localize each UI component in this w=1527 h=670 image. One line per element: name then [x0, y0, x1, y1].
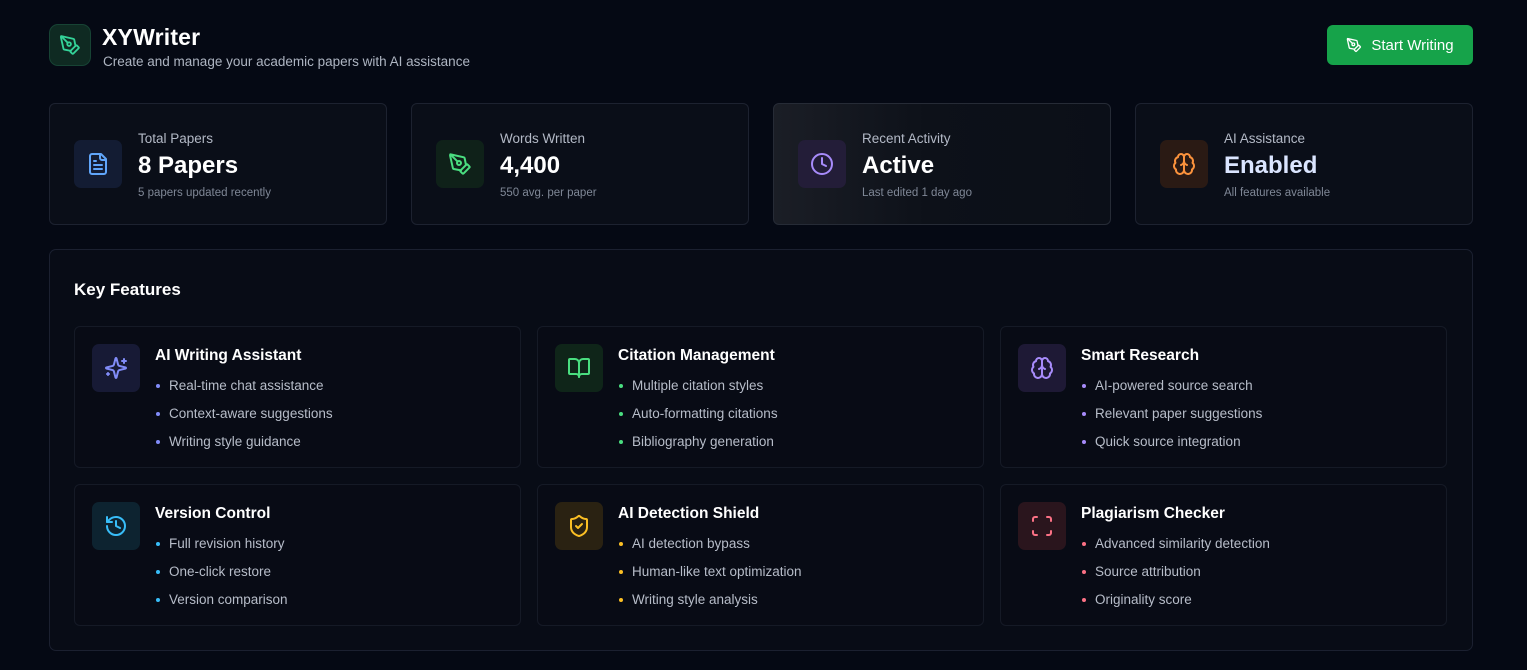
- feature-list: AI detection bypass Human-like text opti…: [618, 534, 802, 618]
- app-subtitle: Create and manage your academic papers w…: [103, 54, 470, 69]
- header: XYWriter Create and manage your academic…: [49, 22, 1473, 69]
- stat-icon-box: [798, 140, 846, 188]
- key-features-title: Key Features: [74, 280, 181, 299]
- stat-icon-box: [74, 140, 122, 188]
- feature-icon-box: [1018, 344, 1066, 392]
- feature-card-version-control: Version Control Full revision history On…: [74, 484, 521, 626]
- app-logo: [49, 24, 91, 66]
- feature-list-item: Context-aware suggestions: [155, 404, 333, 432]
- stat-label: AI Assistance: [1224, 131, 1306, 146]
- feature-list-item: Real-time chat assistance: [155, 376, 333, 404]
- stat-label: Recent Activity: [862, 131, 951, 146]
- feature-list-item: Writing style analysis: [618, 590, 802, 618]
- feature-list-item: Auto-formatting citations: [618, 404, 778, 432]
- feature-title: Version Control: [155, 505, 271, 522]
- pen-tool-icon: [449, 153, 471, 175]
- brain-icon: [1173, 153, 1195, 175]
- feature-list-item: Originality score: [1081, 590, 1270, 618]
- stat-value: 8 Papers: [138, 152, 239, 179]
- stats-row: Total Papers 8 Papers 5 papers updated r…: [49, 103, 1473, 225]
- feature-list: Advanced similarity detection Source att…: [1081, 534, 1270, 618]
- history-icon: [106, 516, 126, 536]
- feature-list-item: One-click restore: [155, 562, 288, 590]
- feature-icon-box: [1018, 502, 1066, 550]
- feature-title: Smart Research: [1081, 347, 1200, 364]
- feature-list-item: AI-powered source search: [1081, 376, 1262, 404]
- stat-icon-box: [1160, 140, 1208, 188]
- stat-icon-box: [436, 140, 484, 188]
- stat-card-recent-activity: Recent Activity Active Last edited 1 day…: [773, 103, 1111, 225]
- stat-card-ai-assistance: AI Assistance Enabled All features avail…: [1135, 103, 1473, 225]
- feature-card-ai-detection-shield: AI Detection Shield AI detection bypass …: [537, 484, 984, 626]
- stat-subtext: Last edited 1 day ago: [862, 187, 972, 199]
- sparkles-icon: [105, 357, 127, 379]
- document-icon: [89, 153, 107, 175]
- feature-list-item: AI detection bypass: [618, 534, 802, 562]
- feature-list-item: Version comparison: [155, 590, 288, 618]
- stat-label: Total Papers: [138, 131, 214, 146]
- feature-card-citation-management: Citation Management Multiple citation st…: [537, 326, 984, 468]
- book-open-icon: [568, 358, 590, 378]
- feature-list-item: Bibliography generation: [618, 432, 778, 460]
- scan-icon: [1032, 516, 1052, 536]
- feature-list-item: Writing style guidance: [155, 432, 333, 460]
- feature-list-item: Full revision history: [155, 534, 288, 562]
- feature-title: Citation Management: [618, 347, 775, 364]
- pen-tool-icon: [1347, 37, 1362, 53]
- feature-icon-box: [555, 502, 603, 550]
- feature-title: Plagiarism Checker: [1081, 505, 1225, 522]
- start-writing-button[interactable]: Start Writing: [1327, 25, 1473, 65]
- clock-icon: [811, 153, 833, 175]
- feature-card-plagiarism-checker: Plagiarism Checker Advanced similarity d…: [1000, 484, 1447, 626]
- brain-icon: [1031, 357, 1053, 379]
- shield-check-icon: [570, 515, 588, 538]
- stat-subtext: All features available: [1224, 187, 1331, 199]
- feature-list-item: Quick source integration: [1081, 432, 1262, 460]
- app-title: XYWriter: [102, 24, 201, 50]
- feature-icon-box: [92, 344, 140, 392]
- feature-icon-box: [555, 344, 603, 392]
- app-root: XYWriter Create and manage your academic…: [0, 0, 1527, 670]
- feature-list-item: Source attribution: [1081, 562, 1270, 590]
- key-features-panel: Key Features AI Writing Assistant Real-t…: [49, 249, 1473, 651]
- feature-title: AI Writing Assistant: [155, 347, 302, 364]
- stat-subtext: 550 avg. per paper: [500, 187, 597, 199]
- feature-card-ai-writing-assistant: AI Writing Assistant Real-time chat assi…: [74, 326, 521, 468]
- stat-value: Enabled: [1224, 152, 1318, 179]
- feature-card-smart-research: Smart Research AI-powered source search …: [1000, 326, 1447, 468]
- feature-icon-box: [92, 502, 140, 550]
- feature-list: AI-powered source search Relevant paper …: [1081, 376, 1262, 460]
- stat-card-words-written: Words Written 4,400 550 avg. per paper: [411, 103, 749, 225]
- start-writing-label: Start Writing: [1371, 36, 1454, 54]
- feature-list-item: Advanced similarity detection: [1081, 534, 1270, 562]
- stat-value: Active: [862, 152, 935, 179]
- stat-subtext: 5 papers updated recently: [138, 187, 271, 199]
- stat-label: Words Written: [500, 131, 586, 146]
- feature-list: Full revision history One-click restore …: [155, 534, 288, 618]
- feature-list-item: Multiple citation styles: [618, 376, 778, 404]
- stat-card-total-papers: Total Papers 8 Papers 5 papers updated r…: [49, 103, 387, 225]
- feature-list: Multiple citation styles Auto-formatting…: [618, 376, 778, 460]
- stat-value: 4,400: [500, 152, 561, 179]
- feature-title: AI Detection Shield: [618, 505, 760, 522]
- pen-tool-icon: [60, 35, 80, 55]
- feature-list-item: Relevant paper suggestions: [1081, 404, 1262, 432]
- feature-list-item: Human-like text optimization: [618, 562, 802, 590]
- feature-list: Real-time chat assistance Context-aware …: [155, 376, 333, 460]
